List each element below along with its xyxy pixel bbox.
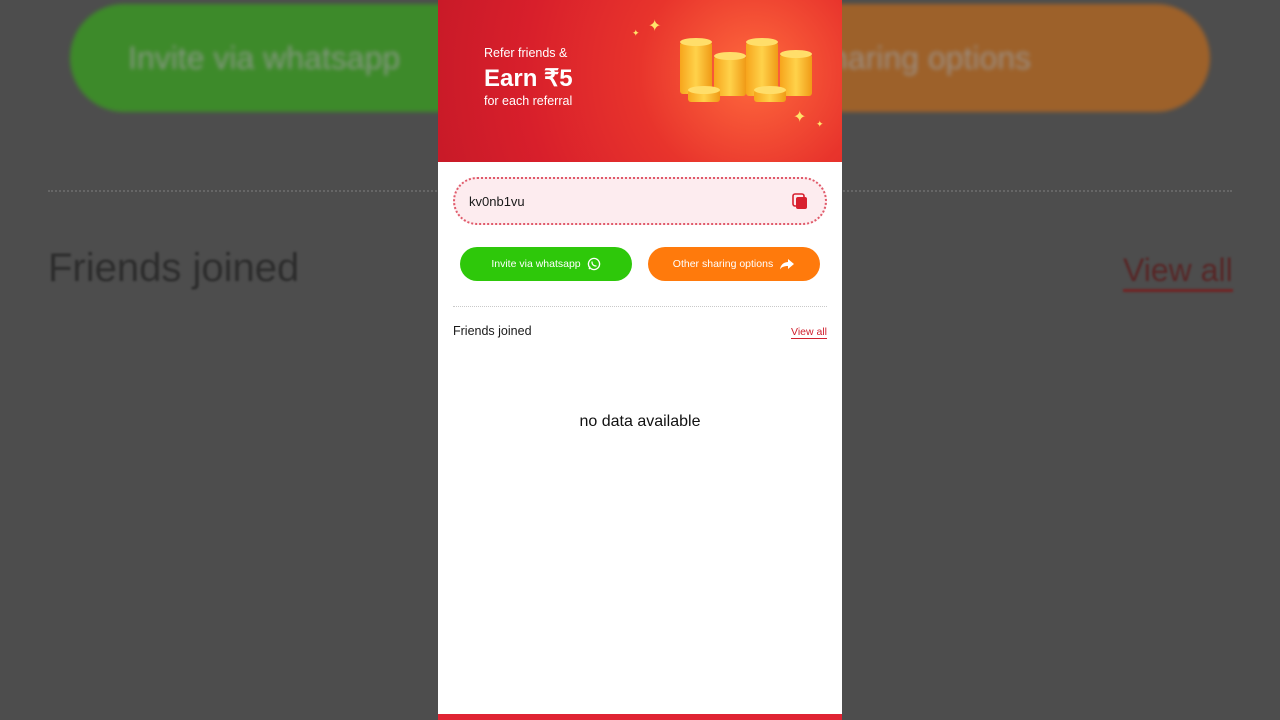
sparkle-icon: ✦ — [816, 119, 824, 129]
sparkle-icon: ✦ — [632, 28, 640, 38]
backdrop-whatsapp-label: Invite via whatsapp — [128, 40, 401, 76]
backdrop-friends-title: Friends joined — [48, 246, 300, 290]
backdrop-share-button: haring options — [780, 4, 1210, 112]
sparkle-icon: ✦ — [648, 18, 662, 35]
hero-earn-amount: Earn ₹5 — [484, 65, 573, 92]
copy-icon[interactable] — [791, 193, 809, 211]
backdrop-share-label: haring options — [830, 40, 1032, 76]
friends-joined-title: Friends joined — [453, 324, 532, 338]
backdrop-view-all: View all — [1123, 252, 1233, 292]
bottom-bar — [438, 714, 842, 720]
whatsapp-icon — [587, 257, 600, 271]
phone-screen: Refer friends & Earn ₹5 for each referra… — [438, 0, 842, 720]
share-arrow-icon — [780, 259, 795, 270]
referral-code: kv0nb1vu — [469, 194, 525, 209]
coins-stack-icon — [680, 38, 812, 102]
sparkle-icon: ✦ — [793, 109, 807, 126]
other-sharing-options-button[interactable]: Other sharing options — [648, 247, 820, 281]
backdrop-whatsapp-button: Invite via whatsapp — [70, 4, 490, 112]
invite-whatsapp-button[interactable]: Invite via whatsapp — [460, 247, 632, 281]
referral-code-field[interactable]: kv0nb1vu — [453, 177, 827, 225]
view-all-link[interactable]: View all — [791, 326, 827, 339]
hero-subtext: for each referral — [484, 94, 573, 108]
hero-refer-text: Refer friends & — [484, 46, 568, 60]
other-sharing-label: Other sharing options — [672, 258, 774, 270]
empty-state-text: no data available — [579, 413, 701, 430]
referral-hero-banner: Refer friends & Earn ₹5 for each referra… — [438, 0, 842, 162]
invite-whatsapp-label: Invite via whatsapp — [491, 258, 581, 270]
section-divider — [453, 306, 827, 307]
